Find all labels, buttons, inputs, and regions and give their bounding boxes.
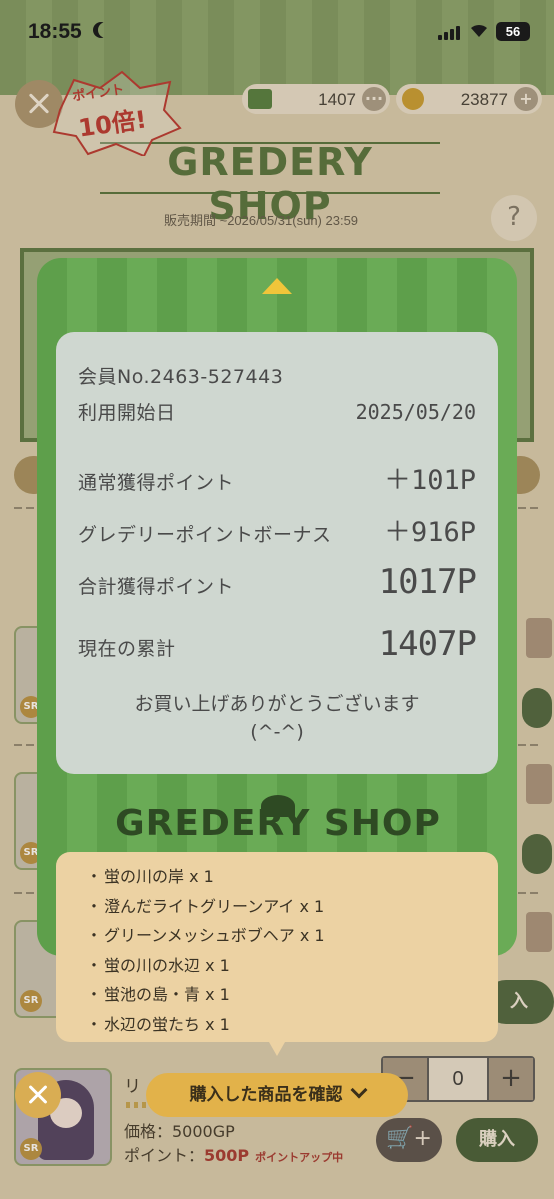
- list-item: グリーンメッシュボブヘア x 1: [86, 921, 325, 951]
- product-name: リ: [124, 1077, 141, 1097]
- coin-icon: [402, 88, 424, 110]
- close-modal-button[interactable]: [15, 1072, 61, 1118]
- increase-button[interactable]: +: [489, 1058, 533, 1100]
- signal-icon: [438, 24, 462, 40]
- rarity-badge: SR: [20, 1138, 42, 1160]
- product-price: 価格：5000GP: [124, 1122, 235, 1141]
- member-number: 会員No.2463-527443: [78, 366, 284, 388]
- list-item: 蛍池の島・青 x 1: [86, 980, 325, 1010]
- modal-shop-logo: GREDERY SHOP: [83, 795, 473, 851]
- gp-amount: 1407: [318, 90, 356, 109]
- current-total-row: 現在の累計 1407P: [78, 624, 477, 664]
- stepper-edge[interactable]: [526, 618, 552, 658]
- help-button[interactable]: ?: [491, 195, 537, 241]
- up-arrow-icon[interactable]: [262, 278, 292, 294]
- stepper-edge[interactable]: [526, 912, 552, 952]
- current-total-label: 現在の累計: [78, 638, 176, 660]
- buy-button-edge[interactable]: [522, 834, 552, 874]
- total-points-row: 合計獲得ポイント 1017P: [78, 562, 477, 602]
- points-label: ポイント：: [124, 1146, 205, 1165]
- quantity-value[interactable]: 0: [427, 1058, 489, 1100]
- list-item: 蛍の川の水辺 x 1: [86, 951, 325, 981]
- thanks-line: お買い上げありがとうございます: [134, 693, 420, 715]
- points-value: 500P: [204, 1146, 250, 1165]
- list-item: 蛍の川の岸 x 1: [86, 862, 325, 892]
- add-to-cart-button[interactable]: 🛒+: [376, 1118, 442, 1162]
- status-bar: 18:55 56: [0, 0, 554, 64]
- coin-add-button[interactable]: +: [514, 87, 538, 111]
- coin-balance: 23877 +: [396, 84, 542, 114]
- purchased-items-list: 蛍の川の岸 x 1 澄んだライトグリーンアイ x 1 グリーンメッシュボブヘア …: [86, 862, 325, 1039]
- status-time: 18:55: [28, 20, 82, 43]
- member-number-row: 会員No.2463-527443: [78, 362, 476, 389]
- product-points: ポイント：500P ポイントアップ中: [124, 1142, 343, 1166]
- confirm-button-label: 購入した商品を確認: [189, 1085, 343, 1105]
- gp-balance: 1407 ···: [242, 84, 390, 114]
- normal-points-label: 通常獲得ポイント: [78, 472, 235, 494]
- confirm-purchased-items-button[interactable]: 購入した商品を確認: [146, 1073, 408, 1117]
- list-item: 澄んだライトグリーンアイ x 1: [86, 892, 325, 922]
- moon-icon: [98, 22, 114, 38]
- gp-ticket-icon: [248, 89, 272, 109]
- wifi-icon: [471, 24, 487, 37]
- thanks-message: お買い上げありがとうございます (^-^): [56, 690, 498, 746]
- normal-points-row: 通常獲得ポイント ＋101P: [78, 458, 476, 497]
- coin-amount: 23877: [460, 90, 508, 109]
- buy-button-edge[interactable]: [522, 688, 552, 728]
- receipt-card: 会員No.2463-527443 利用開始日 2025/05/20 通常獲得ポイ…: [56, 332, 498, 774]
- gp-more-button[interactable]: ···: [362, 87, 386, 111]
- list-item: 水辺の蛍たち x 1: [86, 1010, 325, 1040]
- current-total-value: 1407P: [378, 624, 477, 664]
- bonus-points-row: グレデリーポイントボーナス ＋916P: [78, 510, 476, 549]
- purchased-items-popover: 蛍の川の岸 x 1 澄んだライトグリーンアイ x 1 グリーンメッシュボブヘア …: [56, 852, 498, 1056]
- points-10x-badge: ポイント 10倍!: [52, 70, 182, 156]
- start-date-label: 利用開始日: [78, 402, 176, 424]
- bonus-points-label: グレデリーポイントボーナス: [78, 524, 332, 546]
- bonus-points-value: ＋916P: [383, 517, 476, 548]
- points-up-label: ポイントアップ中: [255, 1151, 344, 1164]
- start-date-value: 2025/05/20: [355, 400, 476, 424]
- total-points-label: 合計獲得ポイント: [78, 576, 235, 598]
- buy-button[interactable]: 購入: [456, 1118, 538, 1162]
- normal-points-value: ＋101P: [383, 465, 476, 496]
- rarity-badge: SR: [20, 990, 42, 1012]
- chevron-down-icon: [350, 1081, 367, 1099]
- battery-icon: 56: [496, 22, 530, 41]
- stepper-edge[interactable]: [526, 764, 552, 804]
- sale-period: 販売期間 ~2026/05/31(sun) 23:59: [164, 213, 359, 228]
- start-date-row: 利用開始日 2025/05/20: [78, 398, 476, 425]
- thanks-emoticon: (^-^): [250, 721, 304, 743]
- logo-ear-icon: [261, 795, 295, 817]
- total-points-value: 1017P: [378, 562, 477, 602]
